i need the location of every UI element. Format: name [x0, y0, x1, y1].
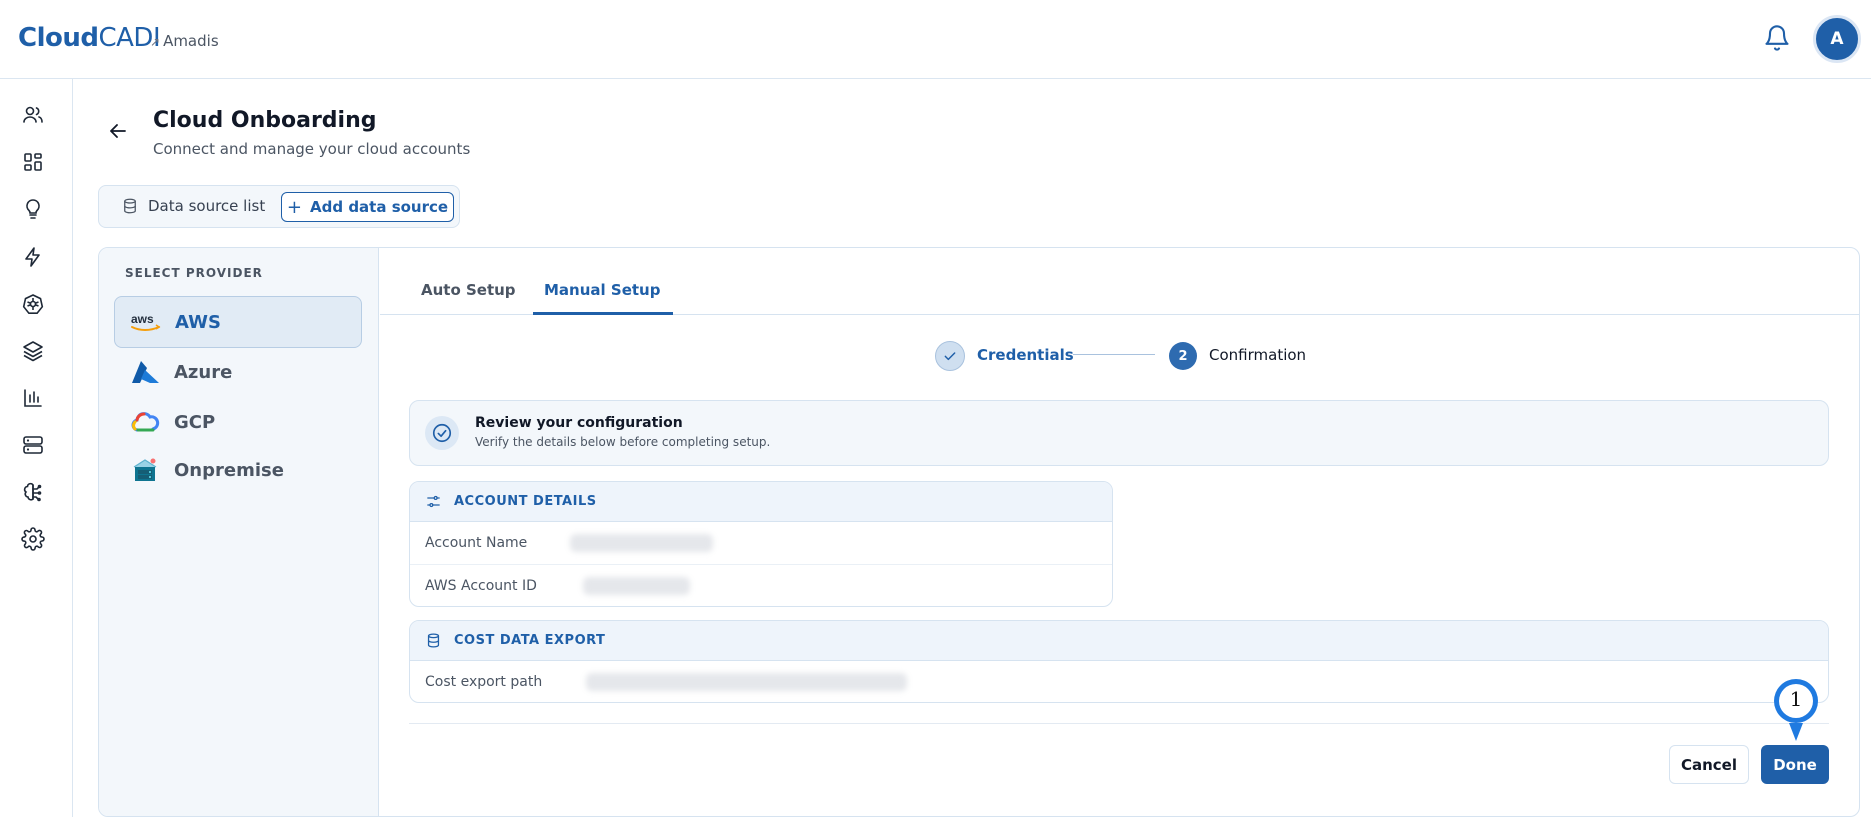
step-number-badge: 2	[1169, 342, 1197, 370]
redacted-value	[583, 577, 690, 595]
top-bar: CloudCADI ↗ Amadis A	[0, 0, 1871, 79]
detail-label: Account Name	[425, 535, 528, 551]
step-confirmation-label: Confirmation	[1209, 346, 1307, 364]
setup-tabs: Auto Setup Manual Setup	[380, 248, 1859, 315]
add-data-source-button[interactable]: + Add data source	[281, 192, 454, 222]
server-icon[interactable]	[21, 433, 45, 457]
cost-data-export-heading: COST DATA EXPORT	[454, 633, 606, 648]
add-data-source-label: Add data source	[310, 198, 449, 216]
cost-data-export-header: COST DATA EXPORT	[410, 621, 1828, 661]
tab-manual-setup[interactable]: Manual Setup	[544, 281, 660, 299]
active-tab-indicator	[533, 312, 673, 315]
data-source-switcher: Data source list + Add data source	[98, 185, 460, 228]
check-circle-icon	[425, 416, 459, 450]
review-subtitle: Verify the details below before completi…	[475, 435, 771, 449]
detail-row-account-name: Account Name	[410, 522, 1112, 565]
provider-label: Onpremise	[174, 459, 284, 481]
provider-item-onpremise[interactable]: Onpremise	[114, 444, 362, 496]
account-details-heading: ACCOUNT DETAILS	[454, 494, 597, 509]
step-credentials-label: Credentials	[977, 346, 1074, 364]
tab-auto-setup[interactable]: Auto Setup	[421, 281, 516, 299]
review-banner: Review your configuration Verify the det…	[409, 400, 1829, 466]
brand-bold: Cloud	[18, 23, 99, 53]
database-icon	[124, 198, 136, 214]
detail-label: AWS Account ID	[425, 578, 537, 594]
step-complete-check-icon	[935, 341, 965, 371]
provider-item-aws[interactable]: aws AWS	[114, 296, 362, 348]
setup-panel: Auto Setup Manual Setup Credentials 2 Co…	[380, 248, 1859, 816]
account-details-section: ACCOUNT DETAILS Account Name AWS Account…	[409, 481, 1113, 607]
database-icon	[427, 633, 440, 648]
data-source-list-label: Data source list	[148, 197, 266, 215]
lightbulb-icon[interactable]	[21, 197, 45, 221]
gcp-logo-icon	[128, 407, 162, 437]
azure-logo-icon	[128, 357, 162, 387]
provider-label: GCP	[174, 411, 216, 433]
brand-logo[interactable]: CloudCADI	[18, 23, 161, 53]
dashboard-icon[interactable]	[21, 150, 45, 174]
cancel-button[interactable]: Cancel	[1669, 745, 1749, 784]
actions-divider	[409, 723, 1829, 724]
brain-icon[interactable]	[21, 480, 45, 504]
cost-data-export-section: COST DATA EXPORT Cost export path	[409, 620, 1829, 703]
provider-item-azure[interactable]: Azure	[114, 346, 362, 398]
page-subtitle: Connect and manage your cloud accounts	[153, 140, 471, 158]
plus-icon: +	[286, 196, 303, 218]
users-icon[interactable]	[21, 103, 45, 127]
org-link[interactable]: ↗ Amadis	[150, 32, 219, 50]
back-arrow-icon[interactable]	[106, 119, 130, 143]
detail-row-aws-account-id: AWS Account ID	[410, 565, 1112, 606]
provider-label: AWS	[175, 311, 221, 333]
sliders-icon	[427, 495, 440, 508]
kubernetes-icon[interactable]	[21, 292, 45, 316]
layers-icon[interactable]	[21, 339, 45, 363]
review-title: Review your configuration	[475, 415, 683, 431]
step-connector	[1073, 354, 1155, 355]
data-source-list-tab[interactable]: Data source list	[121, 197, 265, 215]
redacted-value	[586, 673, 907, 691]
provider-heading: SELECT PROVIDER	[125, 266, 263, 280]
onpremise-logo-icon	[128, 455, 162, 485]
detail-row-cost-export-path: Cost export path	[410, 661, 1828, 702]
settings-gear-icon[interactable]	[21, 527, 45, 551]
avatar[interactable]: A	[1813, 15, 1861, 63]
redacted-value	[570, 534, 713, 552]
bell-icon[interactable]	[1763, 24, 1791, 52]
onboarding-card: SELECT PROVIDER aws AWS Azure GCP Onprem…	[98, 247, 1860, 817]
external-arrow-icon: ↗	[150, 35, 161, 49]
left-nav-rail	[0, 79, 73, 817]
provider-sidebar: SELECT PROVIDER aws AWS Azure GCP Onprem…	[99, 248, 379, 816]
svg-text:aws: aws	[131, 312, 154, 326]
org-name: Amadis	[163, 32, 219, 50]
provider-item-gcp[interactable]: GCP	[114, 396, 362, 448]
aws-logo-icon: aws	[129, 307, 163, 337]
provider-label: Azure	[174, 361, 233, 383]
account-details-header: ACCOUNT DETAILS	[410, 482, 1112, 522]
bar-chart-icon[interactable]	[21, 386, 45, 410]
page-title: Cloud Onboarding	[153, 108, 377, 133]
detail-label: Cost export path	[425, 674, 543, 690]
annotation-marker-number: 1	[1789, 687, 1803, 711]
done-button[interactable]: Done	[1761, 745, 1829, 784]
lightning-icon[interactable]	[21, 245, 45, 269]
